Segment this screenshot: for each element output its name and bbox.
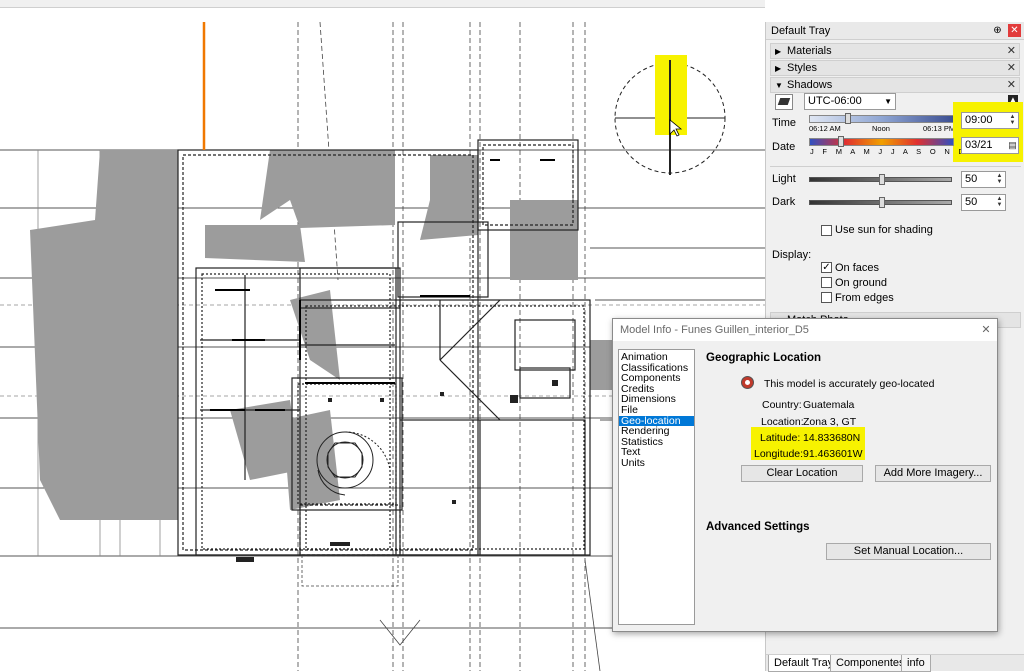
shadow-toggle-icon[interactable] [775,94,793,110]
spinner-icon[interactable]: ▲ ▼ [995,196,1004,209]
expand-arrow-icon: ▶ [775,47,782,56]
on-faces-label: On faces [835,262,880,274]
chevron-down-icon: ▼ [884,97,892,106]
use-sun-checkbox[interactable] [821,225,832,236]
geo-location-icon [741,376,754,389]
longitude-value: 91.463601W [803,448,863,460]
tray-title-bar: Default Tray ⊕ ✕ [766,22,1024,40]
dialog-title: Model Info - Funes Guillen_interior_D5 [620,324,809,336]
dark-slider-handle[interactable] [879,197,885,208]
panel-materials[interactable]: ▶ Materials ✕ [770,43,1020,59]
country-label: Country: [762,399,802,411]
tab-info[interactable]: info [901,655,931,672]
panel-close-icon[interactable]: ✕ [1007,78,1016,93]
divider [770,166,1021,167]
tray-title: Default Tray [771,25,831,37]
panel-shadows[interactable]: ▼ Shadows ✕ [770,77,1020,93]
add-imagery-button[interactable]: Add More Imagery... [875,465,991,482]
advanced-heading: Advanced Settings [706,521,810,533]
clear-location-button[interactable]: Clear Location [741,465,863,482]
collapse-arrow-icon: ▼ [775,81,783,90]
on-ground-label: On ground [835,277,887,289]
from-edges-label: From edges [835,292,894,304]
geo-status-text: This model is accurately geo-located [764,378,935,390]
list-item[interactable]: Units [619,458,694,469]
time-noon-label: Noon [872,124,890,133]
light-label: Light [772,173,796,185]
spinner-icon[interactable]: ▲ ▼ [1008,114,1017,127]
panel-styles[interactable]: ▶ Styles ✕ [770,60,1020,76]
dark-input[interactable]: 50 ▲ ▼ [961,194,1006,211]
dialog-title-bar[interactable]: Model Info - Funes Guillen_interior_D5 [613,319,997,341]
category-list[interactable]: Animation Classifications Components Cre… [618,349,695,625]
time-slider[interactable] [809,115,954,123]
tray-close-icon[interactable]: ✕ [1008,24,1021,37]
time-label: Time [772,117,797,129]
dialog-close-icon[interactable]: ✕ [979,323,993,337]
date-label: Date [772,141,796,153]
dark-label: Dark [772,196,796,208]
tab-default-tray[interactable]: Default Tray [768,655,840,672]
month-labels: J F M A M J J A S O N D [810,147,968,156]
latitude-value: 14.833680N [803,432,861,444]
spinner-icon[interactable]: ▲ ▼ [995,173,1004,186]
light-slider-handle[interactable] [879,174,885,185]
latitude-label: Latitude: [760,432,801,444]
light-input[interactable]: 50 ▲ ▼ [961,171,1006,188]
display-label: Display: [772,249,812,261]
on-faces-checkbox[interactable]: ✓ [821,262,832,273]
expand-arrow-icon: ▶ [775,64,782,73]
country-value: Guatemala [803,399,855,411]
model-info-dialog: Model Info - Funes Guillen_interior_D5 ✕… [612,318,998,632]
date-slider[interactable] [809,138,954,146]
longitude-label: Longitude: [754,448,804,460]
time-start-label: 06:12 AM [809,124,841,133]
on-ground-checkbox[interactable] [821,277,832,288]
pin-icon[interactable]: ⊕ [991,24,1004,37]
date-slider-handle[interactable] [838,136,844,147]
time-slider-handle[interactable] [845,113,851,124]
set-manual-location-button[interactable]: Set Manual Location... [826,543,991,560]
list-item[interactable]: Animation [619,352,694,363]
geo-heading: Geographic Location [706,352,822,364]
use-sun-label: Use sun for shading [835,224,933,236]
tab-componentes[interactable]: Componentes [830,655,911,672]
time-end-label: 06:13 PM [923,124,956,133]
date-input[interactable]: 03/21 ▤ [961,137,1019,154]
list-item[interactable]: File [619,405,694,416]
panel-close-icon[interactable]: ✕ [1007,44,1016,59]
timezone-select[interactable]: UTC-06:00 ▼ [804,93,896,110]
panel-close-icon[interactable]: ✕ [1007,61,1016,76]
from-edges-checkbox[interactable] [821,292,832,303]
time-input[interactable]: 09:00 ▲ ▼ [961,112,1019,129]
tray-tab-strip: Default Tray Componentes info [766,654,1024,672]
north-compass-icon [614,55,726,175]
calendar-icon[interactable]: ▤ [1008,139,1017,152]
